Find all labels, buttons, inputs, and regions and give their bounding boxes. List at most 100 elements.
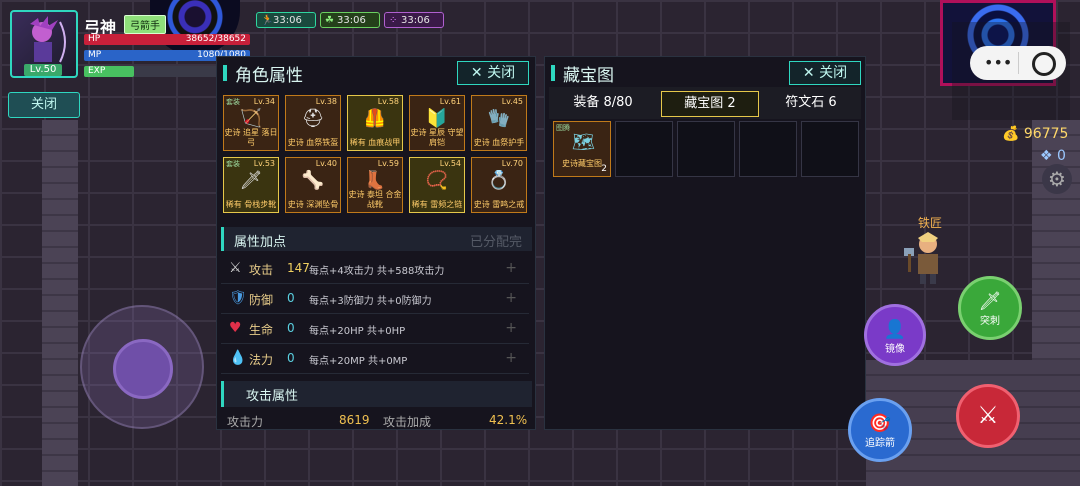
equip-slot-ring[interactable]: Lv.70 💍 史诗 雷鸣之戒 [471, 157, 527, 213]
character-panel: 角色属性 ✕ 关闭 套装 Lv.34 🏹 史诗 追星 落日弓 Lv.38 ⛑ 史… [216, 56, 536, 430]
equip-slot-boots[interactable]: Lv.59 👢 史诗 泰坦 合金战靴 [347, 157, 403, 213]
attack-bonus-label: 攻击加成 [383, 415, 432, 429]
shield-icon: 🛡 [229, 290, 247, 306]
close-label: 关闭 [819, 65, 848, 81]
mp-label: MP [88, 50, 102, 60]
equip-level: Lv.45 [501, 97, 523, 106]
hp-label: HP [88, 34, 101, 44]
crossed-swords-icon: ⚔ [977, 401, 999, 429]
heart-icon: ♥ [229, 320, 242, 336]
close-side-button[interactable]: 关闭 [8, 92, 80, 118]
empty-slot[interactable] [677, 121, 735, 177]
equip-level: Lv.40 [315, 159, 337, 168]
equip-slot-dagger[interactable]: 套装 Lv.53 🗡 稀有 骨栈步靴 [223, 157, 279, 213]
attr-points-header: 属性加点 已分配完 [221, 227, 532, 251]
title-accent [551, 65, 555, 81]
equip-name: 稀有 雷频之链 [411, 200, 463, 209]
exit-target-icon[interactable] [1032, 52, 1056, 76]
ring-icon: 💍 [487, 170, 511, 191]
character-close-button[interactable]: ✕ 关闭 [457, 61, 529, 85]
buff-time: 33:06 [337, 15, 366, 26]
equip-slot-helmet[interactable]: Lv.38 ⛑ 史诗 血祭铁盔 [285, 95, 341, 151]
empty-slot[interactable] [801, 121, 859, 177]
tab-treasure-map[interactable]: 藏宝图 2 [661, 91, 759, 117]
hp-value: 38652/38652 [185, 34, 246, 44]
close-icon: ✕ [802, 65, 820, 81]
skill-thrust-button[interactable]: 🗡 突刺 [958, 276, 1022, 340]
stat-name: 攻击 [249, 263, 274, 277]
attack-attr-title: 攻击属性 [246, 389, 299, 404]
equip-slot-bow[interactable]: 套装 Lv.34 🏹 史诗 追星 落日弓 [223, 95, 279, 151]
gold-value: 96775 [1023, 126, 1069, 142]
archer-portrait-icon [30, 16, 66, 63]
blacksmith-sprite-icon [904, 232, 938, 284]
equip-level: Lv.53 [253, 159, 275, 168]
drop-icon: 💧 [229, 350, 247, 366]
plus-icon[interactable]: + [505, 350, 517, 366]
buff-time: 33:06 [273, 15, 302, 26]
skill-mirror-button[interactable]: 👤 镜像 [864, 304, 926, 366]
equip-slot-shoulder[interactable]: Lv.61 🔰 史诗 星辰 守望肩铠 [409, 95, 465, 151]
buff-timer: ⁘ 33:06 [384, 12, 444, 28]
attr-points-note: 已分配完 [469, 235, 522, 250]
equip-level: Lv.54 [439, 159, 461, 168]
equip-name: 史诗 追星 落日弓 [224, 128, 278, 147]
skill-tracking-arrow-button[interactable]: 🎯 追踪箭 [848, 398, 912, 462]
attr-points-title: 属性加点 [234, 235, 287, 250]
stat-value: 147 [287, 261, 310, 275]
joystick-knob[interactable] [113, 339, 173, 399]
equip-slot-armor[interactable]: Lv.58 🦺 稀有 血痕战甲 [347, 95, 403, 151]
stat-value: 0 [287, 321, 295, 335]
stat-row-mana: 💧 法力 0 每点+20MP 共+0MP + [221, 345, 529, 374]
stat-desc: 每点+20HP 共+0HP [309, 326, 406, 337]
stat-desc: 每点+4攻击力 共+588攻击力 [309, 266, 445, 277]
dagger-icon: 🗡 [978, 291, 1002, 312]
equip-name: 史诗 雷鸣之戒 [473, 200, 525, 209]
attack-label: 攻击力 [227, 415, 264, 429]
stat-row-defense: 🛡 防御 0 每点+3防御力 共+0防御力 + [221, 285, 529, 314]
stat-row-life: ♥ 生命 0 每点+20HP 共+0HP + [221, 315, 529, 344]
close-icon: ✕ [470, 65, 488, 81]
class-badge: 弓箭手 [124, 15, 166, 34]
attack-attr-header: 攻击属性 [221, 381, 532, 407]
character-panel-header: 角色属性 ✕ 关闭 [217, 57, 535, 87]
clover-icon: ☘ [325, 15, 334, 26]
equip-name: 史诗 泰坦 合金战靴 [348, 190, 402, 209]
equip-slot-necklace[interactable]: Lv.54 📿 稀有 雷频之链 [409, 157, 465, 213]
equip-name: 史诗 深渊坠骨 [287, 200, 339, 209]
equip-level: Lv.34 [253, 97, 275, 106]
plus-icon[interactable]: + [505, 290, 517, 306]
empty-slot[interactable] [615, 121, 673, 177]
attack-bonus-value: 42.1% [489, 413, 528, 427]
armor-icon: 🦺 [363, 108, 387, 129]
tab-equipment[interactable]: 装备 8/80 [555, 91, 651, 115]
stat-desc: 每点+20MP 共+0MP [309, 356, 408, 367]
player-card: Lv.50 弓神 弓箭手 HP 38652/38652 MP 1080/1080… [4, 4, 250, 78]
stat-name: 防御 [249, 293, 274, 307]
sword-icon: ⚔ [229, 260, 242, 276]
plus-icon[interactable]: + [505, 260, 517, 276]
gem-counter: ❖ 0 [1040, 148, 1066, 164]
stat-value: 0 [287, 291, 295, 305]
gloves-icon: 🧤 [487, 108, 511, 129]
attack-button[interactable]: ⚔ [956, 384, 1020, 448]
gear-icon[interactable]: ⚙ [1042, 164, 1072, 194]
equip-slot-gloves[interactable]: Lv.45 🧤 史诗 血祭护手 [471, 95, 527, 151]
treasure-close-button[interactable]: ✕ 关闭 [789, 61, 861, 85]
equip-level: Lv.59 [377, 159, 399, 168]
equip-level: Lv.58 [377, 97, 399, 106]
equip-slot-bone[interactable]: Lv.40 🦴 史诗 深渊坠骨 [285, 157, 341, 213]
empty-slot[interactable] [739, 121, 797, 177]
tab-rune-stone[interactable]: 符文石 6 [763, 91, 859, 115]
treasure-map-item[interactable]: 图腾 🗺 史诗藏宝图 2 [553, 121, 611, 177]
more-icon[interactable]: ••• [984, 53, 1012, 72]
equipment-grid: 套装 Lv.34 🏹 史诗 追星 落日弓 Lv.38 ⛑ 史诗 血祭铁盔 Lv.… [223, 95, 529, 219]
plus-icon[interactable]: + [505, 320, 517, 336]
skill-label: 突刺 [980, 316, 1000, 327]
blacksmith-npc[interactable] [900, 230, 956, 286]
boots-icon: 👢 [363, 170, 387, 191]
equip-name: 稀有 骨栈步靴 [225, 200, 277, 209]
bow-icon: 🏹 [239, 108, 263, 129]
treasure-panel: 藏宝图 ✕ 关闭 装备 8/80 藏宝图 2 符文石 6 图腾 🗺 史诗藏宝图 … [544, 56, 866, 430]
miniapp-capsule[interactable]: ••• [970, 46, 1066, 80]
